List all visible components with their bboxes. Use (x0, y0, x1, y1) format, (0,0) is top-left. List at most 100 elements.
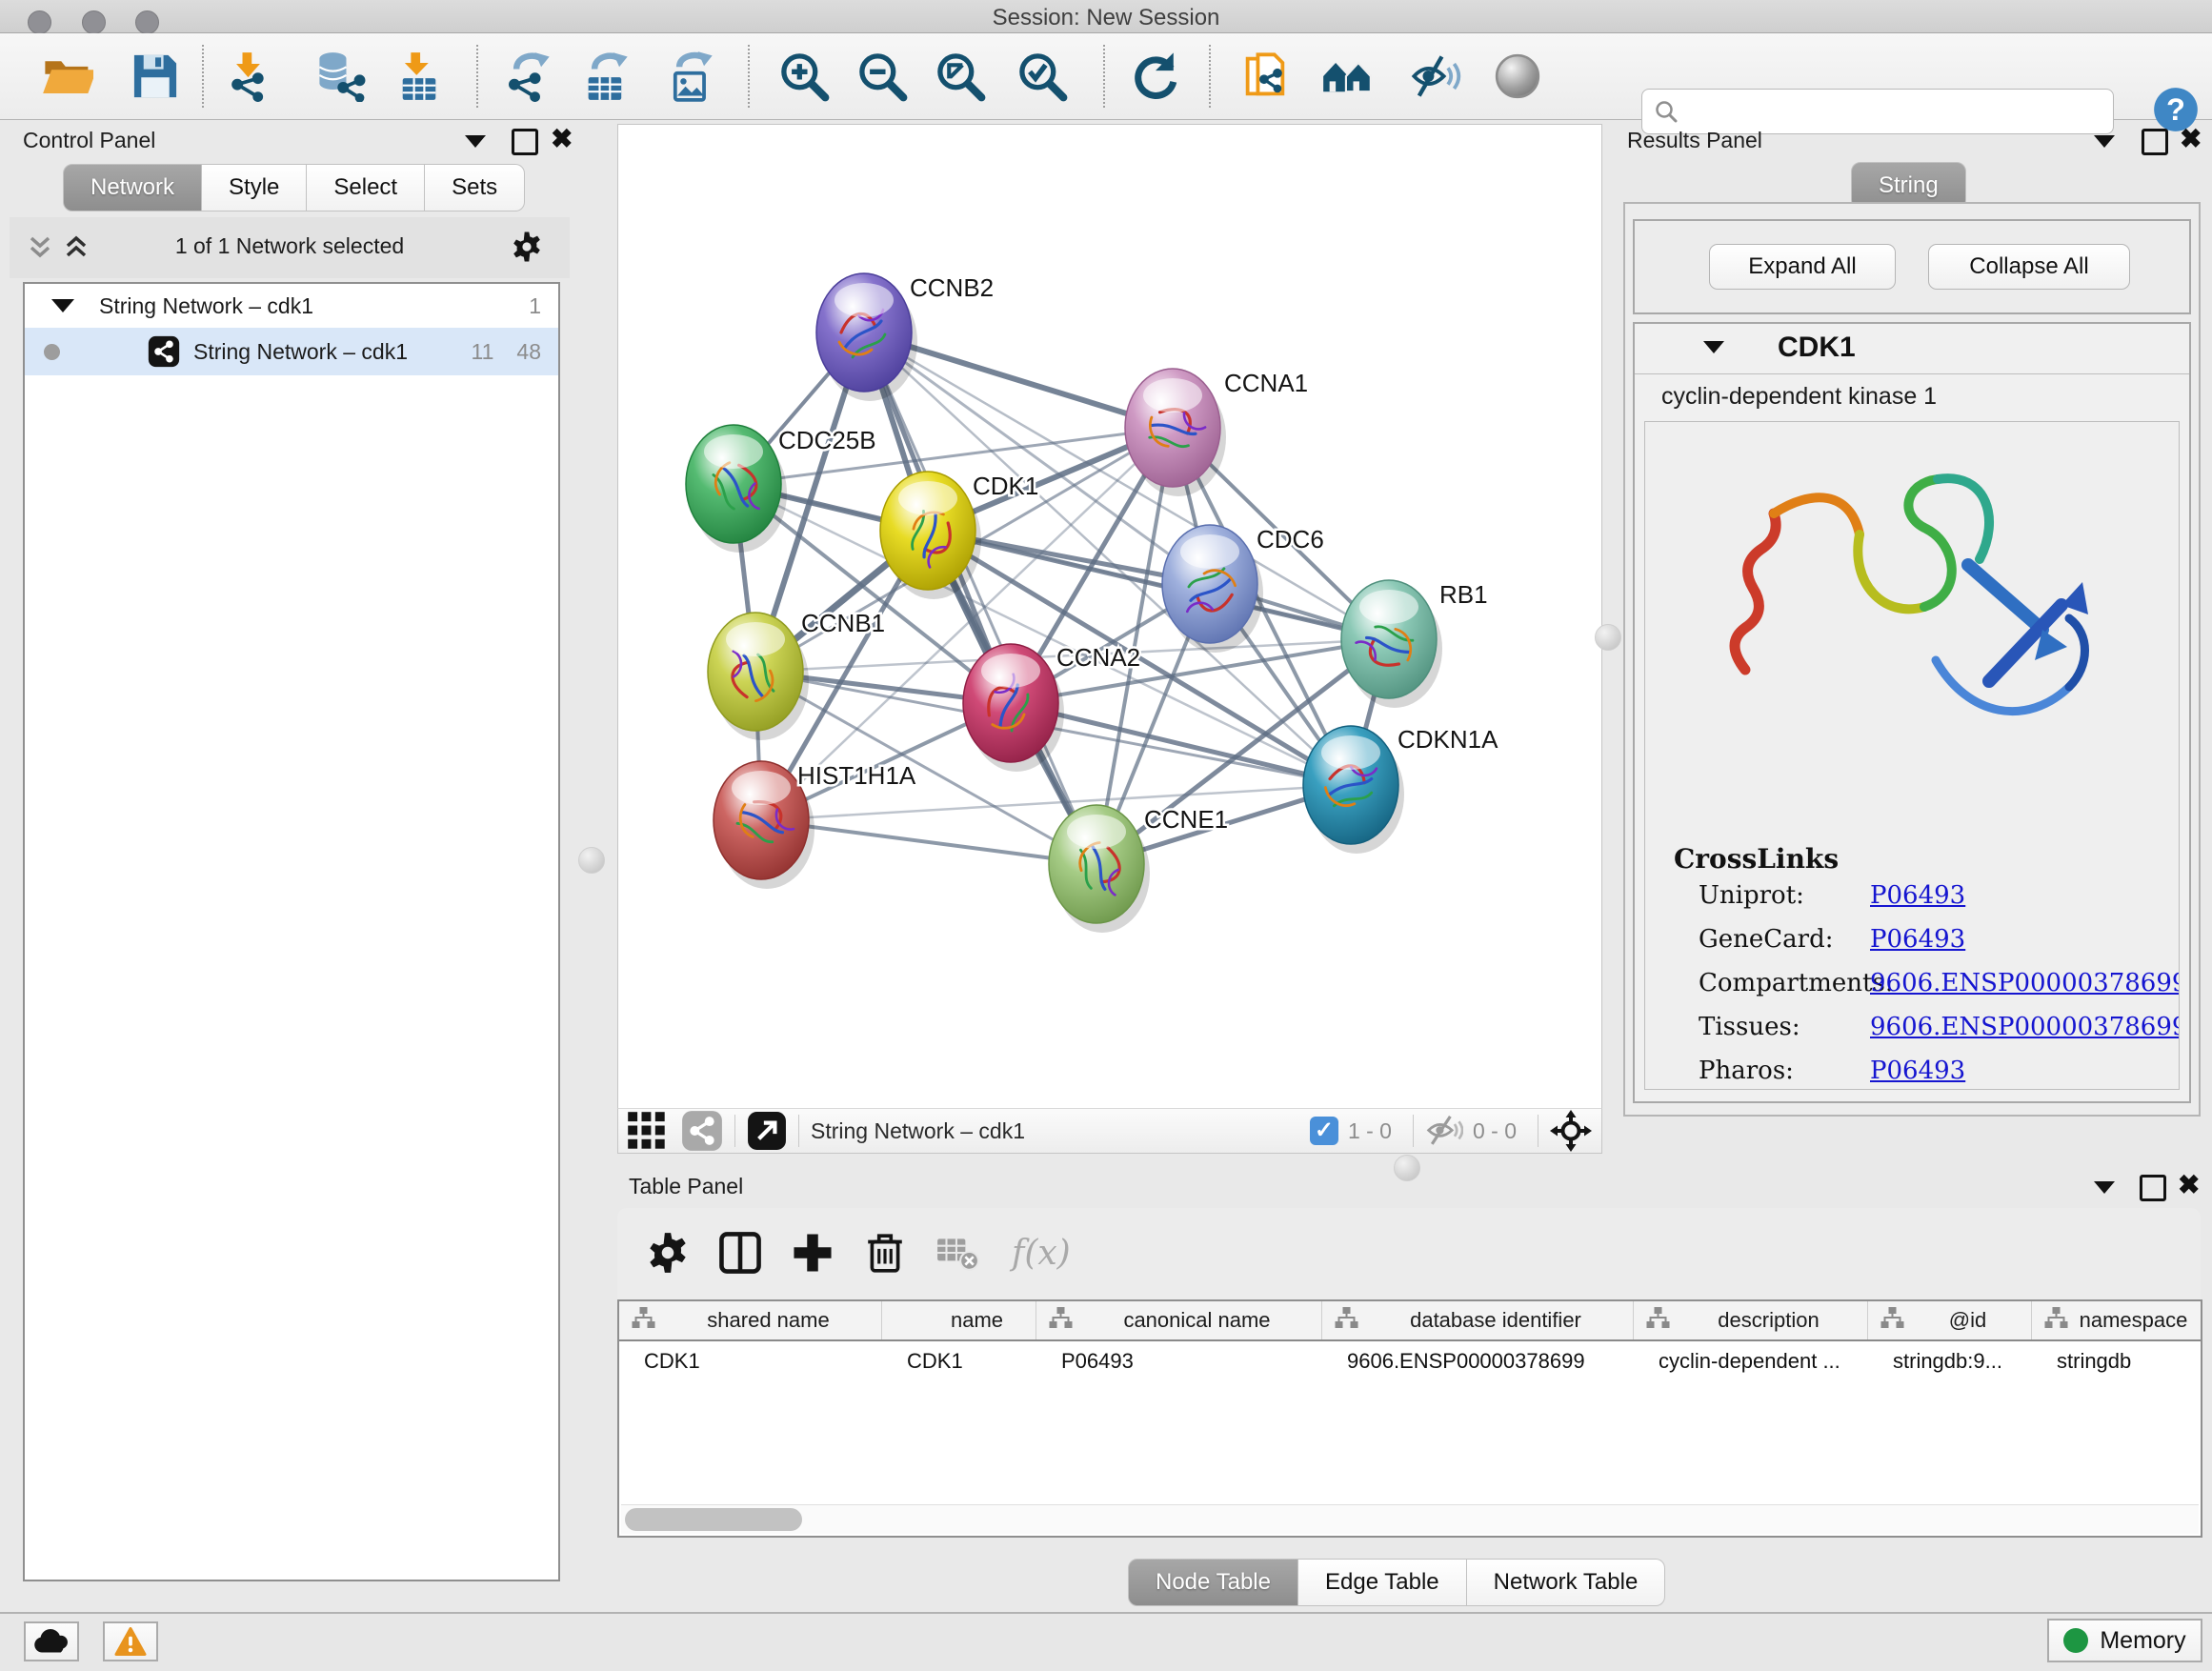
delete-table-icon[interactable] (935, 1231, 979, 1275)
column-header-shared-name[interactable]: shared name (619, 1301, 882, 1339)
network-row[interactable]: String Network – cdk1 11 48 (25, 328, 558, 375)
selected-checkbox-icon[interactable]: ✓ (1310, 1117, 1338, 1145)
cell-namespace: stringdb (2032, 1341, 2199, 1381)
hide-unhide-button[interactable] (1410, 50, 1461, 102)
clone-network-button[interactable] (1239, 50, 1291, 102)
network-node[interactable] (708, 613, 809, 740)
network-view-title: String Network – cdk1 (811, 1118, 1025, 1144)
column-header-canonical-name[interactable]: canonical name (1036, 1301, 1322, 1339)
column-header-description[interactable]: description (1634, 1301, 1868, 1339)
network-node[interactable] (1303, 726, 1404, 854)
tab-sets[interactable]: Sets (425, 164, 525, 211)
collapse-all-button[interactable]: Collapse All (1928, 244, 2130, 290)
network-collection-row[interactable]: String Network – cdk1 1 (25, 284, 558, 328)
tree-expand-icon[interactable] (51, 299, 74, 312)
panel-float-icon[interactable] (2142, 129, 2168, 155)
zoom-in-button[interactable] (778, 50, 830, 102)
network-node[interactable] (963, 644, 1064, 772)
tab-edge-table[interactable]: Edge Table (1298, 1559, 1467, 1606)
panel-collapse-icon[interactable] (465, 135, 486, 148)
crosslink-link[interactable]: 9606.ENSP00000378699 (1870, 1013, 2180, 1041)
string-results-container: Expand All Collapse All CDK1 cyclin-depe… (1623, 202, 2201, 1117)
network-node[interactable] (1162, 525, 1263, 653)
import-network-button[interactable] (223, 50, 274, 102)
create-column-plus-icon[interactable] (791, 1231, 835, 1275)
show-columns-icon[interactable] (718, 1231, 762, 1275)
detach-view-icon[interactable] (747, 1111, 787, 1151)
export-network-button[interactable] (502, 50, 553, 102)
right-divider-handle[interactable] (1595, 624, 1621, 651)
cloud-status-button[interactable] (24, 1621, 79, 1661)
network-node[interactable] (686, 425, 787, 553)
tab-network[interactable]: Network (63, 164, 202, 211)
tab-style[interactable]: Style (202, 164, 307, 211)
toolbar-separator (734, 1115, 735, 1147)
result-card-header[interactable]: CDK1 (1635, 324, 2189, 374)
network-node[interactable] (1125, 369, 1226, 496)
zoom-selected-button[interactable] (1016, 50, 1068, 102)
panel-collapse-icon[interactable] (2094, 135, 2115, 148)
crosslink-link[interactable]: P06493 (1870, 881, 1965, 910)
network-options-gear-icon[interactable] (511, 231, 543, 263)
network-node[interactable] (1341, 580, 1442, 708)
panel-close-icon[interactable]: ✖ (2180, 129, 2202, 150)
network-node[interactable] (816, 273, 917, 401)
result-card-content: CrossLinks Uniprot: P06493 GeneCard: P06… (1644, 421, 2180, 1090)
expand-all-button[interactable]: Expand All (1709, 244, 1896, 290)
fit-content-crosshair-icon[interactable] (1550, 1110, 1592, 1152)
export-image-button[interactable] (665, 50, 716, 102)
network-node[interactable] (880, 472, 981, 599)
warning-status-button[interactable] (103, 1621, 158, 1661)
refresh-layout-button[interactable] (1130, 50, 1181, 102)
birdseye-grid-icon[interactable] (626, 1110, 668, 1152)
network-row-label: String Network – cdk1 (193, 339, 472, 365)
cell-description: cyclin-dependent ... (1634, 1341, 1868, 1381)
open-session-button[interactable] (42, 50, 93, 102)
column-header-database-identifier[interactable]: database identifier (1322, 1301, 1634, 1339)
zoom-out-button[interactable] (856, 50, 908, 102)
tab-node-table[interactable]: Node Table (1128, 1559, 1298, 1606)
crosslink-link[interactable]: P06493 (1870, 1057, 1965, 1085)
panel-close-icon[interactable]: ✖ (2178, 1175, 2200, 1196)
column-header-id[interactable]: @id (1868, 1301, 2032, 1339)
table-options-gear-icon[interactable] (646, 1231, 690, 1275)
scrollbar-thumb[interactable] (625, 1508, 802, 1531)
import-table-button[interactable] (393, 50, 445, 102)
cell-shared-name: CDK1 (619, 1341, 882, 1381)
network-canvas[interactable]: CCNB2CCNA1CDC25BCDK1CDC6RB1CCNB1CCNA2CDK… (617, 124, 1602, 1109)
crosslink-link[interactable]: 9606.ENSP00000378699 (1870, 969, 2180, 997)
memory-button[interactable]: Memory (2047, 1619, 2202, 1662)
import-network-database-button[interactable] (314, 50, 366, 102)
crosslink-row: GeneCard: P06493 (1699, 925, 2165, 969)
panel-collapse-icon[interactable] (2094, 1181, 2115, 1194)
delete-column-trash-icon[interactable] (863, 1231, 907, 1275)
tab-network-table[interactable]: Network Table (1467, 1559, 1666, 1606)
horizontal-divider-handle[interactable] (1394, 1155, 1420, 1181)
export-table-button[interactable] (580, 50, 632, 102)
network-share-icon[interactable] (681, 1110, 723, 1152)
control-panel-title: Control Panel (23, 128, 155, 153)
table-row[interactable]: CDK1 CDK1 P06493 9606.ENSP00000378699 cy… (619, 1341, 2201, 1381)
zoom-fit-button[interactable] (935, 50, 986, 102)
crosslink-row: Pharos: P06493 (1699, 1057, 2165, 1090)
panel-float-icon[interactable] (512, 129, 538, 155)
card-collapse-icon[interactable] (1703, 341, 1724, 353)
hidden-counts: 0 - 0 (1473, 1118, 1517, 1144)
horizontal-scrollbar[interactable] (621, 1504, 2199, 1534)
search-input[interactable] (1686, 98, 2113, 125)
column-header-namespace[interactable]: namespace (2032, 1301, 2199, 1339)
save-session-button[interactable] (130, 50, 181, 102)
column-header-name[interactable]: name (882, 1301, 1036, 1339)
left-divider-handle[interactable] (578, 847, 605, 874)
cdk1-result-card: CDK1 cyclin-dependent kinase 1 (1633, 322, 2191, 1103)
network-node[interactable] (1049, 805, 1150, 933)
hidden-eye-slash-icon[interactable] (1425, 1115, 1463, 1147)
cell-canonical-name: P06493 (1036, 1341, 1322, 1381)
panel-float-icon[interactable] (2140, 1175, 2166, 1201)
string-query-button[interactable] (1321, 50, 1373, 102)
tab-select[interactable]: Select (307, 164, 425, 211)
crosslink-link[interactable]: P06493 (1870, 925, 1965, 954)
preview-sphere-button[interactable] (1492, 50, 1543, 102)
control-panel: Control Panel ✖ Network Style Select Set… (10, 124, 570, 1588)
panel-close-icon[interactable]: ✖ (551, 129, 573, 150)
